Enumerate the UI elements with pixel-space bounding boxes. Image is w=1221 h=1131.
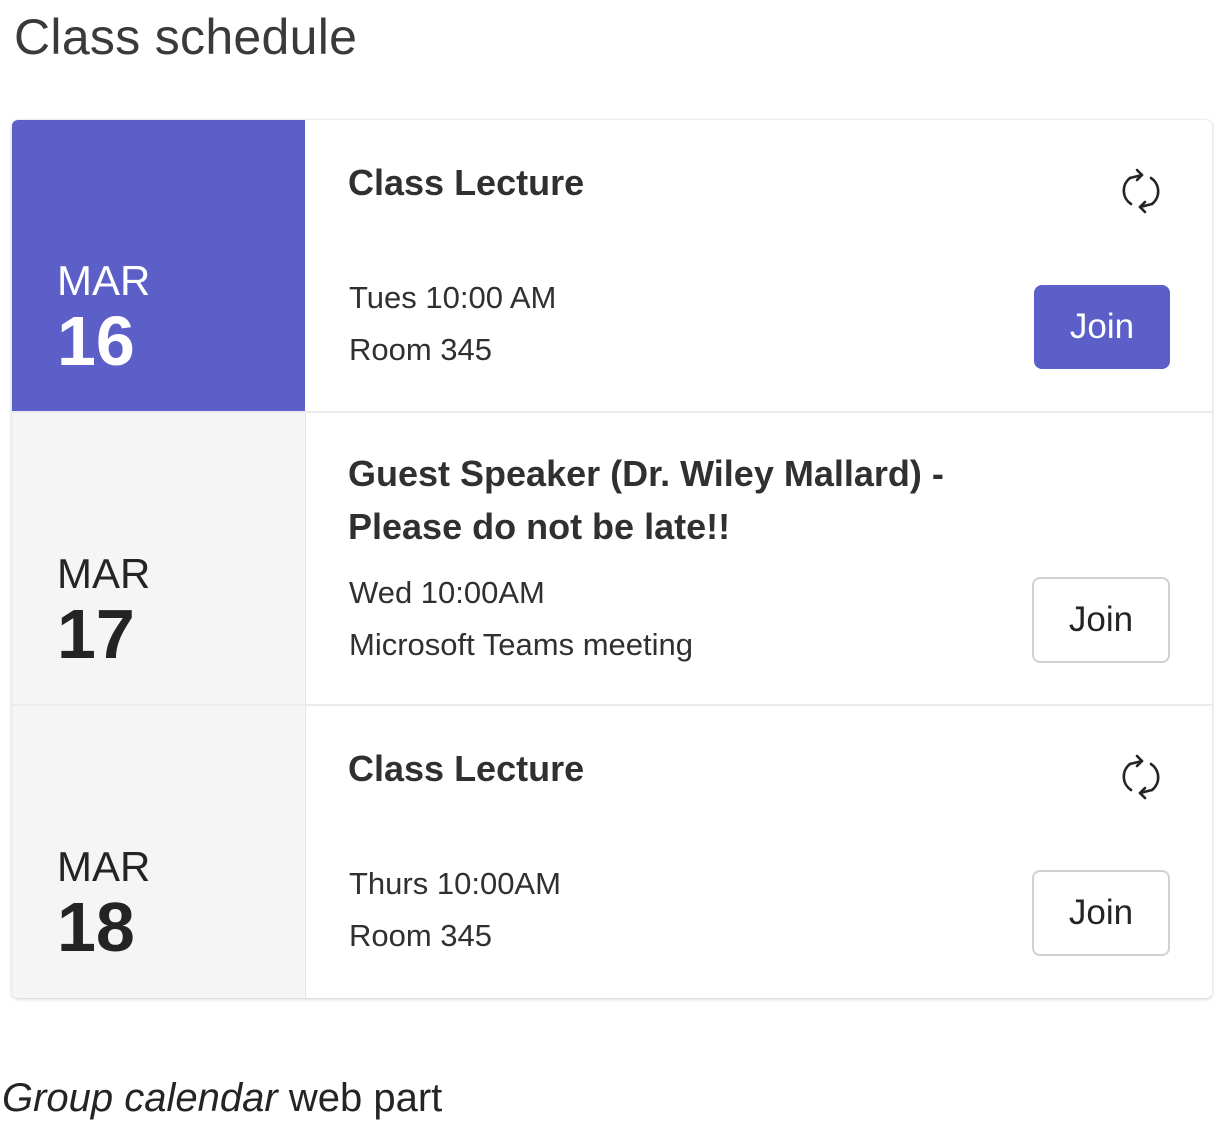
event-day: 17 [57, 595, 135, 673]
event-month: MAR [57, 843, 151, 890]
event-date: MAR 16 [12, 120, 305, 412]
event-time: Thurs 10:00AM [349, 866, 561, 901]
event-row[interactable]: MAR 16 Class Lecture Tues 10:00 AM Room … [12, 120, 1212, 412]
caption-italic: Group calendar [2, 1076, 278, 1120]
event-title[interactable]: Class Lecture [348, 742, 1048, 795]
event-row[interactable]: MAR 17 Guest Speaker (Dr. Wiley Mallard)… [12, 411, 1212, 705]
event-title[interactable]: Class Lecture [348, 156, 1048, 209]
event-location: Microsoft Teams meeting [349, 627, 693, 662]
event-date: MAR 17 [12, 413, 306, 705]
recurring-icon [1122, 754, 1160, 800]
group-calendar-card: MAR 16 Class Lecture Tues 10:00 AM Room … [12, 120, 1212, 998]
join-button[interactable]: Join [1032, 577, 1170, 663]
event-row[interactable]: MAR 18 Class Lecture Thurs 10:00AM Room … [12, 704, 1212, 998]
event-date: MAR 18 [12, 706, 306, 998]
caption: Group calendar web part [2, 1072, 442, 1124]
event-month: MAR [57, 257, 151, 304]
event-month: MAR [57, 550, 151, 597]
event-day: 18 [57, 888, 135, 966]
recurring-icon [1122, 168, 1160, 214]
join-button[interactable]: Join [1034, 285, 1170, 369]
caption-rest: web part [277, 1076, 443, 1120]
event-day: 16 [57, 302, 135, 380]
event-location: Room 345 [349, 918, 493, 953]
event-title[interactable]: Guest Speaker (Dr. Wiley Mallard) - Plea… [348, 447, 988, 553]
join-button[interactable]: Join [1032, 870, 1170, 956]
event-time: Wed 10:00AM [349, 575, 545, 610]
event-time: Tues 10:00 AM [349, 280, 557, 315]
event-location: Room 345 [349, 332, 493, 367]
page-title: Class schedule [14, 9, 358, 65]
